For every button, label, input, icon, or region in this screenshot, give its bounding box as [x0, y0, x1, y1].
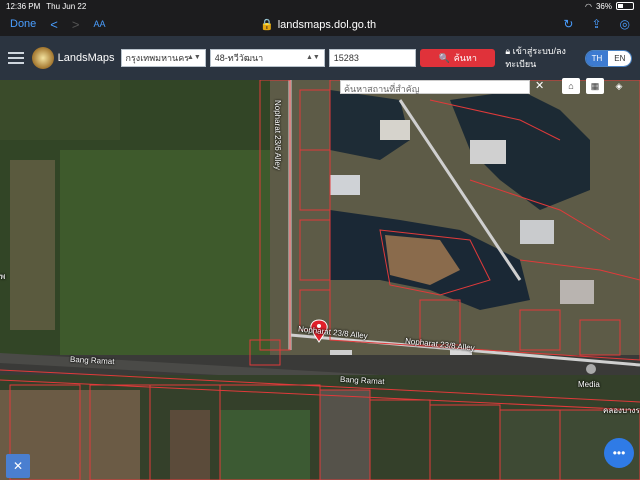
compass-icon[interactable]: ◎	[620, 17, 630, 31]
province-value: กรุงเทพมหานคร	[125, 53, 190, 63]
edge-label: พ	[0, 272, 6, 281]
menu-icon[interactable]	[8, 52, 24, 64]
grid-icon[interactable]: ▦	[586, 78, 604, 94]
chevron-down-icon: ▲▼	[305, 54, 320, 61]
url-text: landsmaps.dol.go.th	[277, 18, 377, 31]
address-bar[interactable]: 🔒 landsmaps.dol.go.th	[260, 18, 377, 32]
brand-name: LandsMaps	[57, 52, 115, 64]
media-poi-icon	[586, 364, 596, 374]
satellite-map[interactable]: Nopharat 23/6 Alley Nopharat 23/8 Alley …	[0, 80, 640, 480]
back-button[interactable]: <	[50, 17, 58, 32]
search-button[interactable]: 🔍 ค้นหา	[420, 49, 496, 67]
done-button[interactable]: Done	[10, 18, 36, 30]
home-icon[interactable]: ⌂	[562, 78, 580, 94]
department-logo	[31, 47, 54, 69]
clear-search-icon[interactable]: ✕	[535, 79, 544, 92]
app-header: LandsMaps กรุงเทพมหานคร ▲▼ 48-ทวีวัฒนา ▲…	[0, 36, 640, 80]
parcel-number-value: 15283	[333, 53, 359, 63]
status-time: 12:36 PM	[6, 1, 41, 11]
login-label: เข้าสู่ระบบ/ลงทะเบียน	[505, 46, 566, 69]
lang-en-button[interactable]: EN	[608, 50, 631, 66]
place-search-input[interactable]: ค้นหาสถานที่สำคัญ	[340, 80, 530, 94]
poi-label-media: Media	[578, 380, 600, 389]
search-icon: 🔍	[438, 52, 450, 63]
language-toggle[interactable]: TH EN	[584, 49, 632, 67]
battery-icon	[616, 2, 634, 10]
login-link[interactable]: 🔒︎ เข้าสู่ระบบ/ลงทะเบียน	[505, 45, 582, 71]
tools-icon[interactable]: ✕	[6, 454, 30, 478]
street-label-nopharat-23-6: Nopharat 23/6 Alley	[273, 100, 282, 170]
lock-icon: 🔒	[260, 19, 274, 31]
share-icon[interactable]: ⇪	[591, 17, 601, 31]
lang-th-button[interactable]: TH	[585, 50, 609, 66]
place-search-placeholder: ค้นหาสถานที่สำคัญ	[344, 84, 420, 94]
search-button-label: ค้นหา	[453, 53, 477, 63]
text-size-button[interactable]: AA	[93, 19, 105, 29]
reload-icon[interactable]: ↻	[563, 17, 573, 31]
chevron-down-icon: ▲▼	[186, 54, 201, 61]
parcel-number-input[interactable]: 15283	[328, 49, 417, 67]
status-date: Thu Jun 22	[46, 1, 87, 11]
status-bar: 12:36 PM Thu Jun 22 ◠ 36%	[0, 0, 640, 12]
province-select[interactable]: กรุงเทพมหานคร ▲▼	[120, 49, 206, 67]
district-value: 48-ทวีวัฒนา	[214, 53, 264, 63]
canal-label: คลองบางรา	[603, 406, 640, 415]
more-options-button[interactable]: •••	[604, 438, 634, 468]
browser-toolbar: Done < > AA 🔒 landsmaps.dol.go.th ↻ ⇪ ◎	[0, 12, 640, 36]
user-lock-icon: 🔒︎	[505, 46, 513, 56]
forward-button[interactable]: >	[72, 17, 80, 32]
layers-icon[interactable]: ◈	[610, 78, 628, 94]
wifi-icon: ◠	[585, 1, 592, 11]
battery-percent: 36%	[595, 1, 612, 11]
district-select[interactable]: 48-ทวีวัฒนา ▲▼	[209, 49, 325, 67]
map-imagery	[0, 80, 640, 480]
